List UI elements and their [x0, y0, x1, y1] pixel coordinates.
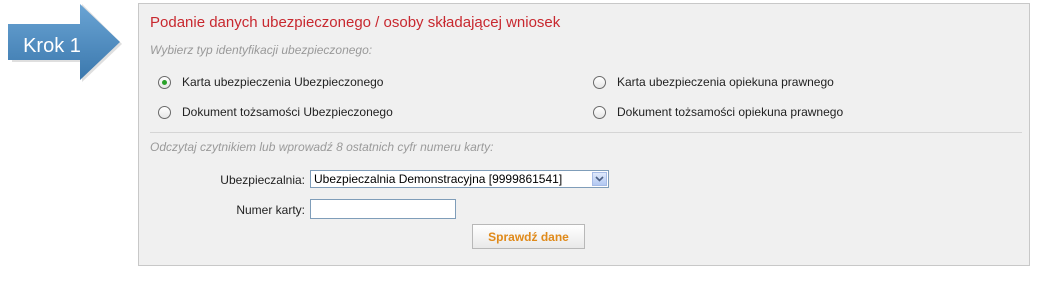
insurer-label: Ubezpieczalnia: — [220, 173, 305, 187]
radio-unchecked-icon[interactable] — [593, 105, 606, 119]
radio-label: Karta ubezpieczenia Ubezpieczonego — [182, 75, 384, 89]
card-number-input[interactable] — [310, 199, 456, 219]
radio-option-guardian-id-document[interactable]: Dokument tożsamości opiekuna prawnego — [593, 104, 843, 120]
step-label: Krok 1 — [23, 35, 81, 57]
identification-type-subtitle: Wybierz typ identyfikacji ubezpieczonego… — [150, 43, 373, 57]
radio-label: Karta ubezpieczenia opiekuna prawnego — [617, 75, 834, 89]
radio-unchecked-icon[interactable] — [593, 75, 606, 89]
radio-option-guardian-card[interactable]: Karta ubezpieczenia opiekuna prawnego — [593, 74, 834, 90]
step-indicator: Krok 1 — [8, 4, 124, 82]
card-reader-hint: Odczytaj czytnikiem lub wprowadź 8 ostat… — [150, 140, 494, 154]
check-data-button[interactable]: Sprawdź dane — [472, 224, 585, 249]
divider — [150, 132, 1022, 133]
insurer-select[interactable]: Ubezpieczalnia Demonstracyjna [999986154… — [310, 170, 609, 188]
insurer-select-value: Ubezpieczalnia Demonstracyjna [999986154… — [314, 172, 563, 186]
radio-label: Dokument tożsamości Ubezpieczonego — [182, 105, 393, 119]
chevron-down-icon[interactable] — [592, 172, 607, 186]
panel-title: Podanie danych ubezpieczonego / osoby sk… — [150, 14, 561, 31]
radio-checked-icon[interactable] — [158, 75, 171, 89]
card-number-label: Numer karty: — [236, 203, 305, 217]
radio-label: Dokument tożsamości opiekuna prawnego — [617, 105, 844, 119]
insured-data-panel: Podanie danych ubezpieczonego / osoby sk… — [138, 3, 1030, 266]
radio-unchecked-icon[interactable] — [158, 105, 171, 119]
radio-option-insured-id-document[interactable]: Dokument tożsamości Ubezpieczonego — [158, 104, 393, 120]
radio-option-insured-card[interactable]: Karta ubezpieczenia Ubezpieczonego — [158, 74, 383, 90]
